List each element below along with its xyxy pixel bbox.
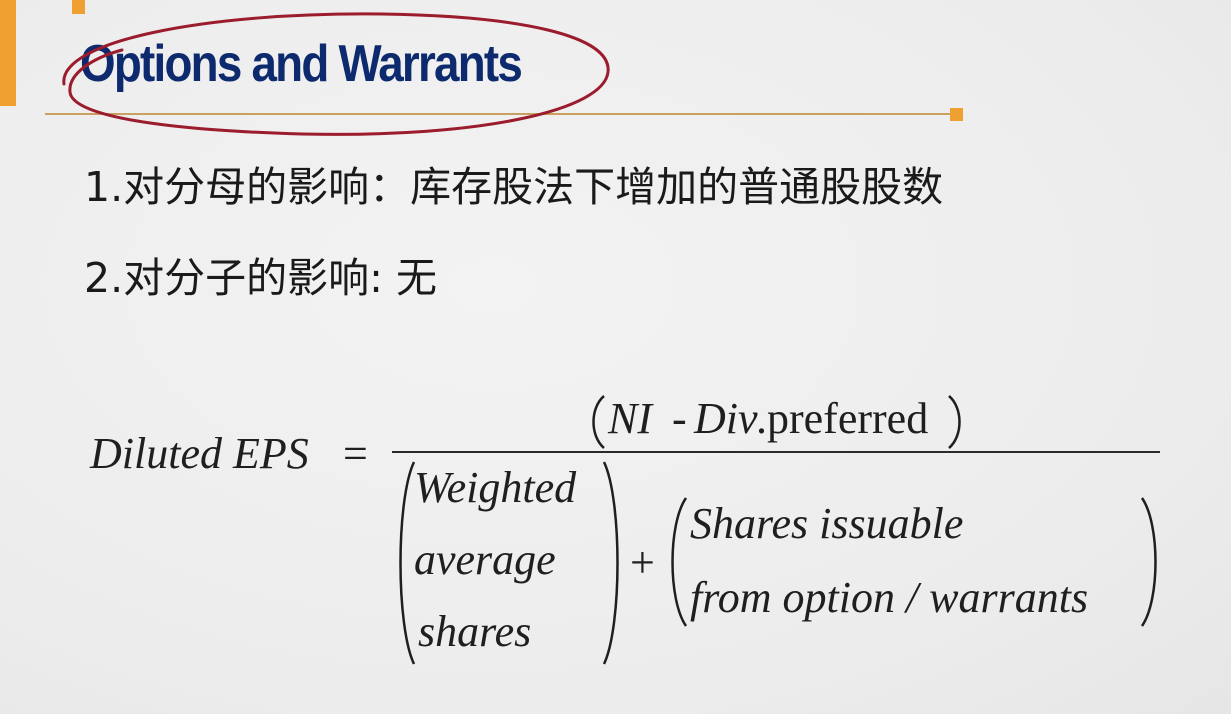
slide: Options and Warrants 1.对分母的影响：库存股法下增加的普通…	[0, 0, 1231, 714]
diluted-eps-formula: Diluted EPS = NI - Div .preferred Weight…	[0, 0, 1231, 714]
term2-left-paren	[671, 497, 688, 627]
formula-plus: +	[630, 538, 655, 587]
term2-right-paren	[1140, 497, 1157, 627]
numerator-ni: NI	[608, 394, 652, 443]
numerator-left-paren	[592, 395, 605, 449]
numerator-div: Div	[694, 394, 758, 443]
formula-equals: =	[343, 429, 368, 478]
fraction-bar	[392, 451, 1160, 453]
term1-line2: average	[414, 535, 556, 584]
term1-right-paren	[602, 461, 619, 665]
numerator-minus: -	[672, 394, 687, 443]
term1-line3: shares	[418, 607, 532, 656]
formula-lhs: Diluted EPS	[90, 429, 309, 478]
numerator-preferred: .preferred	[756, 394, 929, 443]
term2-line2: from option / warrants	[690, 573, 1089, 622]
term1-line1: Weighted	[414, 463, 577, 512]
term2-line1: Shares issuable	[690, 499, 964, 548]
numerator-right-paren	[948, 395, 961, 449]
